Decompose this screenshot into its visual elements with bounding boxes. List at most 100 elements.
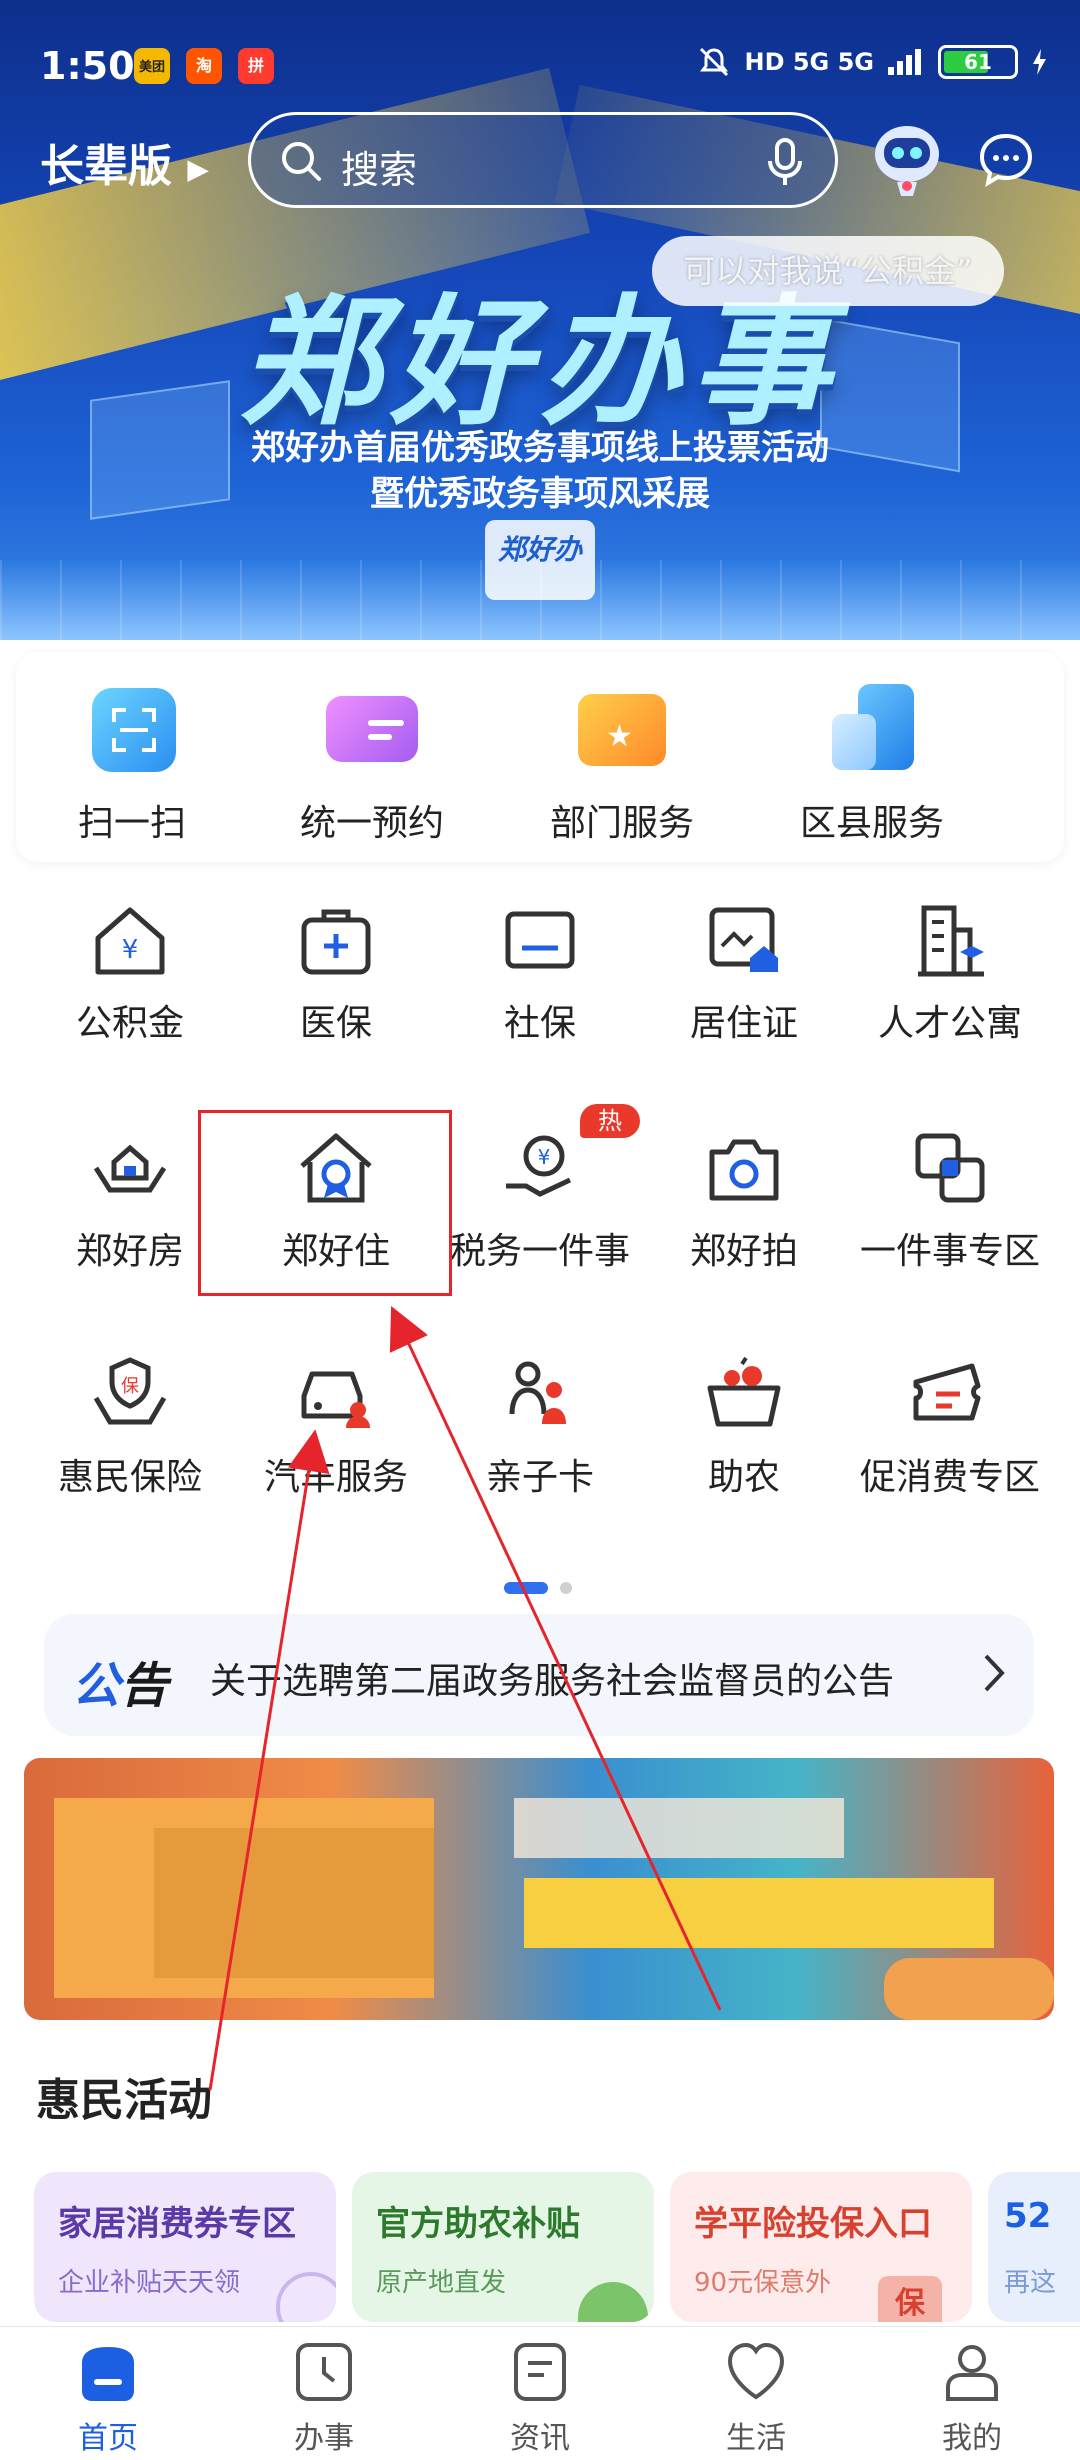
elder-mode-button[interactable]: 长辈版 ▶: [40, 130, 209, 194]
section-title: 惠民活动: [36, 2075, 212, 2126]
farm-basket-icon: [707, 1356, 781, 1427]
status-time: 1:50: [40, 44, 135, 88]
activity-card-student-insurance[interactable]: 学平险投保入口 90元保意外 保: [670, 2172, 972, 2322]
service-car[interactable]: 汽车服务: [228, 1354, 444, 1504]
search-icon: [282, 142, 321, 181]
quick-action-label: 区县服务: [799, 803, 944, 844]
activity-card-farm-subsidy[interactable]: 官方助农补贴 原产地直发: [352, 2172, 654, 2322]
card-icon: [505, 911, 575, 969]
activity-title: 52: [1004, 2196, 1052, 2236]
quick-action-appointment[interactable]: 统一预约: [252, 680, 492, 846]
service-talent-apartment[interactable]: 人才公寓: [842, 900, 1058, 1050]
pinduoduo-icon: 拼: [238, 48, 274, 84]
quick-actions-card: 扫一扫 统一预约 ★ 部门服务 区县服务: [16, 652, 1064, 862]
scan-icon: [84, 680, 180, 776]
tab-home[interactable]: 首页: [38, 2341, 178, 2457]
sprout-icon: [578, 2282, 648, 2322]
service-onething-zone[interactable]: 一件事专区: [842, 1128, 1058, 1278]
appointment-card-icon: [324, 680, 420, 776]
quick-action-label: 扫一扫: [77, 803, 186, 844]
service-medical-insurance[interactable]: 医保: [228, 900, 444, 1050]
talent-apartment-icon: [918, 905, 984, 977]
clock-icon: [296, 2343, 352, 2401]
service-parent-child-card[interactable]: 亲子卡: [432, 1354, 648, 1504]
search-bar[interactable]: 搜索: [248, 112, 838, 208]
page-dot: [560, 1582, 572, 1594]
battery-icon: 61: [938, 45, 1018, 79]
quick-action-district[interactable]: 区县服务: [752, 680, 992, 846]
svg-text:¥: ¥: [122, 935, 139, 965]
bottom-nav: 首页 办事 资讯 生活 我的: [0, 2326, 1080, 2460]
activity-title: 学平险投保入口: [694, 2204, 932, 2244]
quick-action-scan[interactable]: 扫一扫: [12, 680, 252, 846]
tab-news[interactable]: 资讯: [470, 2341, 610, 2457]
svg-text:¥: ¥: [538, 1145, 551, 1169]
promo-banner-block: [884, 1958, 1054, 2020]
activity-subtitle: 再这: [1004, 2268, 1057, 2298]
promo-banner-block: [514, 1798, 844, 1858]
announcement-bar[interactable]: 公告 关于选聘第二届政务服务社会监督员的公告: [44, 1614, 1034, 1736]
hero-subtitle: 郑好办首届优秀政务事项线上投票活动: [251, 428, 829, 468]
service-help-farmers[interactable]: 助农: [636, 1354, 852, 1504]
triangle-right-icon: ▶: [187, 152, 209, 186]
announcement-tag: 公告: [72, 1646, 168, 1716]
service-label: 惠民保险: [57, 1457, 202, 1498]
service-label: 税务一件事: [449, 1231, 630, 1272]
house-yuan-icon: ¥: [95, 907, 165, 975]
signal-icon: [888, 49, 921, 75]
message-icon[interactable]: [976, 130, 1036, 190]
service-consumption-zone[interactable]: 促消费专区: [842, 1354, 1058, 1504]
service-housing-fund[interactable]: ¥ 公积金: [22, 900, 238, 1050]
service-label: 居住证: [689, 1003, 798, 1044]
service-social-security[interactable]: 社保: [432, 900, 648, 1050]
announcement-tag-char: 告: [120, 1658, 169, 1714]
insurance-hands-icon: 保: [93, 1357, 167, 1425]
service-label: 亲子卡: [485, 1457, 594, 1498]
promo-banner[interactable]: [24, 1758, 1054, 2020]
service-label: 一件事专区: [859, 1231, 1040, 1272]
taobao-icon: 淘: [186, 48, 222, 84]
service-label: 医保: [299, 1003, 372, 1044]
service-residence-permit[interactable]: 居住证: [636, 900, 852, 1050]
activity-card-furniture-coupon[interactable]: 家居消费券专区 企业补贴天天领: [34, 2172, 336, 2322]
tab-label: 生活: [726, 2421, 786, 2456]
service-label: 公积金: [75, 1003, 184, 1044]
activity-decoration-icon: [276, 2272, 336, 2322]
status-indicators: HD 5G 5G 61: [696, 44, 1048, 80]
activity-subtitle: 90元保意外: [694, 2268, 832, 2298]
activity-card-partial[interactable]: 52 再这: [988, 2172, 1080, 2322]
page-dot-active: [504, 1582, 548, 1594]
service-huimin-insurance[interactable]: 保 惠民保险: [22, 1354, 238, 1504]
robot-assistant-icon[interactable]: [870, 120, 944, 200]
camera-icon: [709, 1139, 779, 1201]
hot-badge: 热: [580, 1104, 640, 1138]
service-label: 汽车服务: [263, 1457, 408, 1498]
parent-child-icon: [509, 1361, 566, 1424]
tab-services[interactable]: 办事: [254, 2341, 394, 2457]
microphone-icon[interactable]: [765, 137, 805, 187]
service-tax-onething[interactable]: ¥ 税务一件事: [432, 1128, 648, 1278]
district-building-icon: [824, 680, 920, 776]
tab-label: 首页: [78, 2421, 138, 2456]
tax-hand-icon: ¥: [506, 1135, 572, 1197]
service-zhenghaopai[interactable]: 郑好拍: [636, 1128, 852, 1278]
activity-title: 家居消费券专区: [58, 2204, 296, 2244]
hero-logo: 郑好办: [485, 520, 595, 600]
svg-text:保: 保: [121, 1376, 139, 1397]
insurance-badge-icon: 保: [878, 2276, 942, 2322]
service-label: 助农: [707, 1457, 780, 1498]
quick-action-department[interactable]: ★ 部门服务: [502, 680, 742, 846]
promo-banner-block: [524, 1878, 994, 1948]
tab-profile[interactable]: 我的: [902, 2341, 1042, 2457]
announcement-tag-char: 公: [72, 1658, 121, 1714]
chevron-right-icon: [984, 1654, 1005, 1692]
activity-subtitle: 原产地直发: [376, 2268, 507, 2298]
service-label: 人才公寓: [877, 1003, 1022, 1044]
promo-banner-block: [154, 1828, 434, 1978]
charging-icon: [1033, 49, 1046, 75]
status-bar: 1:50 美团 淘 拼 HD 5G 5G 61: [0, 0, 1080, 130]
department-folder-icon: ★: [574, 680, 670, 776]
profile-icon: [946, 2345, 998, 2401]
tab-life[interactable]: 生活: [686, 2341, 826, 2457]
network-indicator: HD 5G 5G: [744, 48, 874, 76]
